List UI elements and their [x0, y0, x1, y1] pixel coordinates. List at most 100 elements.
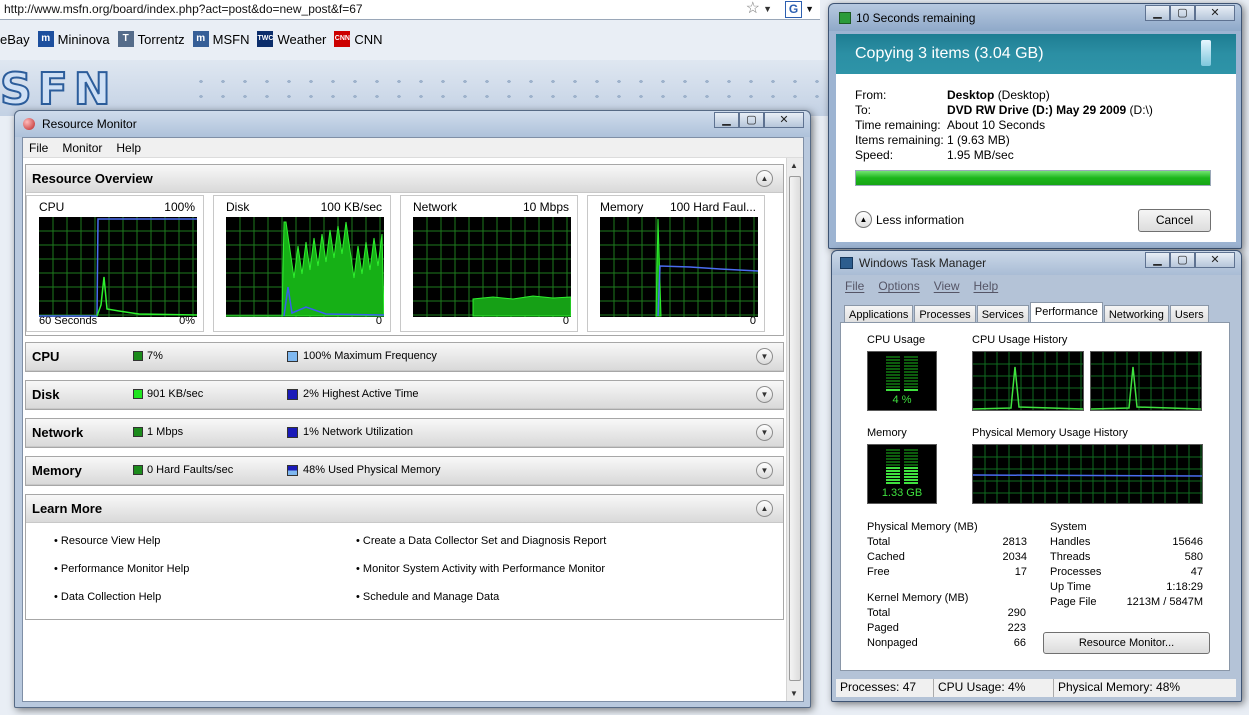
memory-history-graph — [972, 444, 1203, 504]
meter-segment — [886, 377, 900, 379]
bookmark-cnn[interactable]: CNN CNN — [334, 31, 383, 47]
weather-icon: TWC — [257, 31, 274, 47]
title-bar[interactable]: Windows Task Manager ▁ ▢ ✕ — [832, 251, 1241, 275]
cpu-frequency-key — [287, 351, 298, 362]
menu-bar: File Monitor Help — [23, 138, 803, 158]
collapse-icon[interactable]: ▲ — [756, 500, 773, 517]
stat-row: Free 17 — [867, 566, 1027, 578]
close-button[interactable]: ✕ — [1195, 252, 1235, 268]
disk-graph-panel: Disk 100 KB/sec 0 — [213, 195, 391, 332]
site-banner: SFN — [0, 60, 830, 116]
meter-segment — [904, 449, 918, 451]
chevron-up-icon[interactable]: ▲ — [855, 211, 872, 228]
title-bar[interactable]: 10 Seconds remaining ▁ ▢ ✕ — [829, 4, 1241, 31]
bookmark-msfn[interactable]: m MSFN — [192, 31, 249, 47]
network-util-key — [287, 427, 298, 438]
link-monitor-system-activity[interactable]: • Monitor System Activity with Performan… — [356, 563, 606, 591]
address-bar[interactable]: http://www.msfn.org/board/index.php?act=… — [0, 0, 820, 20]
memory-history-line — [973, 474, 1202, 477]
stat-row: Cached 2034 — [867, 551, 1027, 563]
graph-background — [973, 352, 1083, 410]
minimize-button[interactable]: ▁ — [1145, 252, 1170, 268]
maximize-button[interactable]: ▢ — [739, 112, 764, 128]
bookmark-weather[interactable]: TWC Weather — [257, 31, 326, 47]
bookmark-torrentz[interactable]: T Torrentz — [117, 31, 185, 47]
resource-monitor-button[interactable]: Resource Monitor... — [1043, 632, 1210, 654]
menu-help[interactable]: Help — [967, 277, 1006, 297]
maximize-button[interactable]: ▢ — [1170, 252, 1195, 268]
meter-segment — [904, 368, 918, 370]
expand-icon[interactable]: ▼ — [756, 386, 773, 403]
menu-file[interactable]: File — [838, 277, 871, 297]
link-resource-view-help[interactable]: • Resource View Help — [54, 535, 189, 563]
scrollbar-thumb[interactable] — [789, 176, 801, 681]
meter-segment — [904, 455, 918, 457]
google-search-icon[interactable]: G — [785, 1, 802, 18]
close-button[interactable]: ✕ — [1195, 5, 1235, 21]
meter-segment — [886, 359, 900, 361]
scroll-down-icon[interactable]: ▼ — [790, 689, 798, 698]
cpu-section-header[interactable]: CPU 7% 100% Maximum Frequency ▼ — [26, 343, 783, 371]
expand-icon[interactable]: ▼ — [756, 424, 773, 441]
menu-file[interactable]: File — [23, 141, 56, 155]
scroll-up-icon[interactable]: ▲ — [790, 161, 798, 170]
link-data-collection-help[interactable]: • Data Collection Help — [54, 591, 189, 619]
menu-monitor[interactable]: Monitor — [56, 141, 110, 155]
meter-segment — [904, 473, 918, 475]
from-row: From: Desktop (Desktop) — [855, 88, 1050, 102]
window-title: 10 Seconds remaining — [856, 11, 976, 25]
cpu-graph-panel: CPU 100% 60 Seconds 0% — [26, 195, 204, 332]
maximize-button[interactable]: ▢ — [1170, 5, 1195, 21]
disk-active-key — [287, 389, 298, 400]
meter-segment — [904, 377, 918, 379]
meter-segment — [904, 389, 918, 391]
link-schedule-manage-data[interactable]: • Schedule and Manage Data — [356, 591, 606, 619]
meter-segment — [904, 476, 918, 478]
close-button[interactable]: ✕ — [764, 112, 804, 128]
bookmark-mininova[interactable]: m Mininova — [37, 31, 110, 47]
network-section-header[interactable]: Network 1 Mbps 1% Network Utilization ▼ — [26, 419, 783, 447]
disk-section-header[interactable]: Disk 901 KB/sec 2% Highest Active Time ▼ — [26, 381, 783, 409]
stat-title: Kernel Memory (MB) — [867, 592, 969, 604]
copy-progress-dialog: 10 Seconds remaining ▁ ▢ ✕ Copying 3 ite… — [828, 3, 1242, 249]
minimize-button[interactable]: ▁ — [714, 112, 739, 128]
vertical-scrollbar[interactable]: ▲ ▼ — [786, 158, 803, 701]
meter-segment — [886, 449, 900, 451]
meter-segment — [886, 374, 900, 376]
cpu-usage-value: 4 % — [892, 394, 912, 406]
menu-options[interactable]: Options — [871, 277, 926, 297]
system-stats: System Handles 15646 Threads 580 Processes… — [1050, 521, 1203, 611]
url-text[interactable]: http://www.msfn.org/board/index.php?act=… — [4, 2, 363, 16]
learn-more-header[interactable]: Learn More ▲ — [26, 495, 783, 523]
menu-help[interactable]: Help — [110, 141, 149, 155]
cancel-button[interactable]: Cancel — [1138, 209, 1211, 232]
menu-view[interactable]: View — [927, 277, 967, 297]
memory-section-header[interactable]: Memory 0 Hard Faults/sec 48% Used Physic… — [26, 457, 783, 485]
bookmarks-bar: eBay m Mininova T Torrentz m MSFN TWC Weathe… — [0, 28, 830, 50]
cpu-history-label: CPU Usage History — [972, 334, 1068, 346]
bookmark-star-icon[interactable]: ☆ — [746, 0, 760, 18]
chevron-down-icon[interactable]: ▼ — [805, 0, 814, 19]
meter-segment — [886, 383, 900, 385]
bookmark-ebay[interactable]: eBay — [0, 32, 30, 47]
mininova-icon: m — [37, 31, 54, 47]
torrentz-icon: T — [117, 31, 134, 47]
graph-background — [1091, 352, 1201, 410]
resource-overview-header[interactable]: Resource Overview ▲ — [26, 165, 783, 193]
meter-segment — [886, 389, 900, 391]
minimize-button[interactable]: ▁ — [1145, 5, 1170, 21]
memory-value: 1.33 GB — [881, 487, 923, 499]
meter-segment — [904, 464, 918, 466]
expand-icon[interactable]: ▼ — [756, 348, 773, 365]
link-create-data-collector[interactable]: • Create a Data Collector Set and Diagno… — [356, 535, 606, 563]
chevron-down-icon[interactable]: ▼ — [763, 0, 772, 19]
network-section: Network 1 Mbps 1% Network Utilization ▼ — [25, 418, 784, 448]
collapse-icon[interactable]: ▲ — [756, 170, 773, 187]
title-bar[interactable]: Resource Monitor ▁ ▢ ✕ — [15, 111, 810, 137]
network-io-area — [472, 295, 571, 317]
expand-icon[interactable]: ▼ — [756, 462, 773, 479]
meter-segment — [886, 368, 900, 370]
link-performance-monitor-help[interactable]: • Performance Monitor Help — [54, 563, 189, 591]
less-information-toggle[interactable]: ▲ Less information — [855, 211, 964, 228]
cnn-icon: CNN — [334, 31, 351, 47]
